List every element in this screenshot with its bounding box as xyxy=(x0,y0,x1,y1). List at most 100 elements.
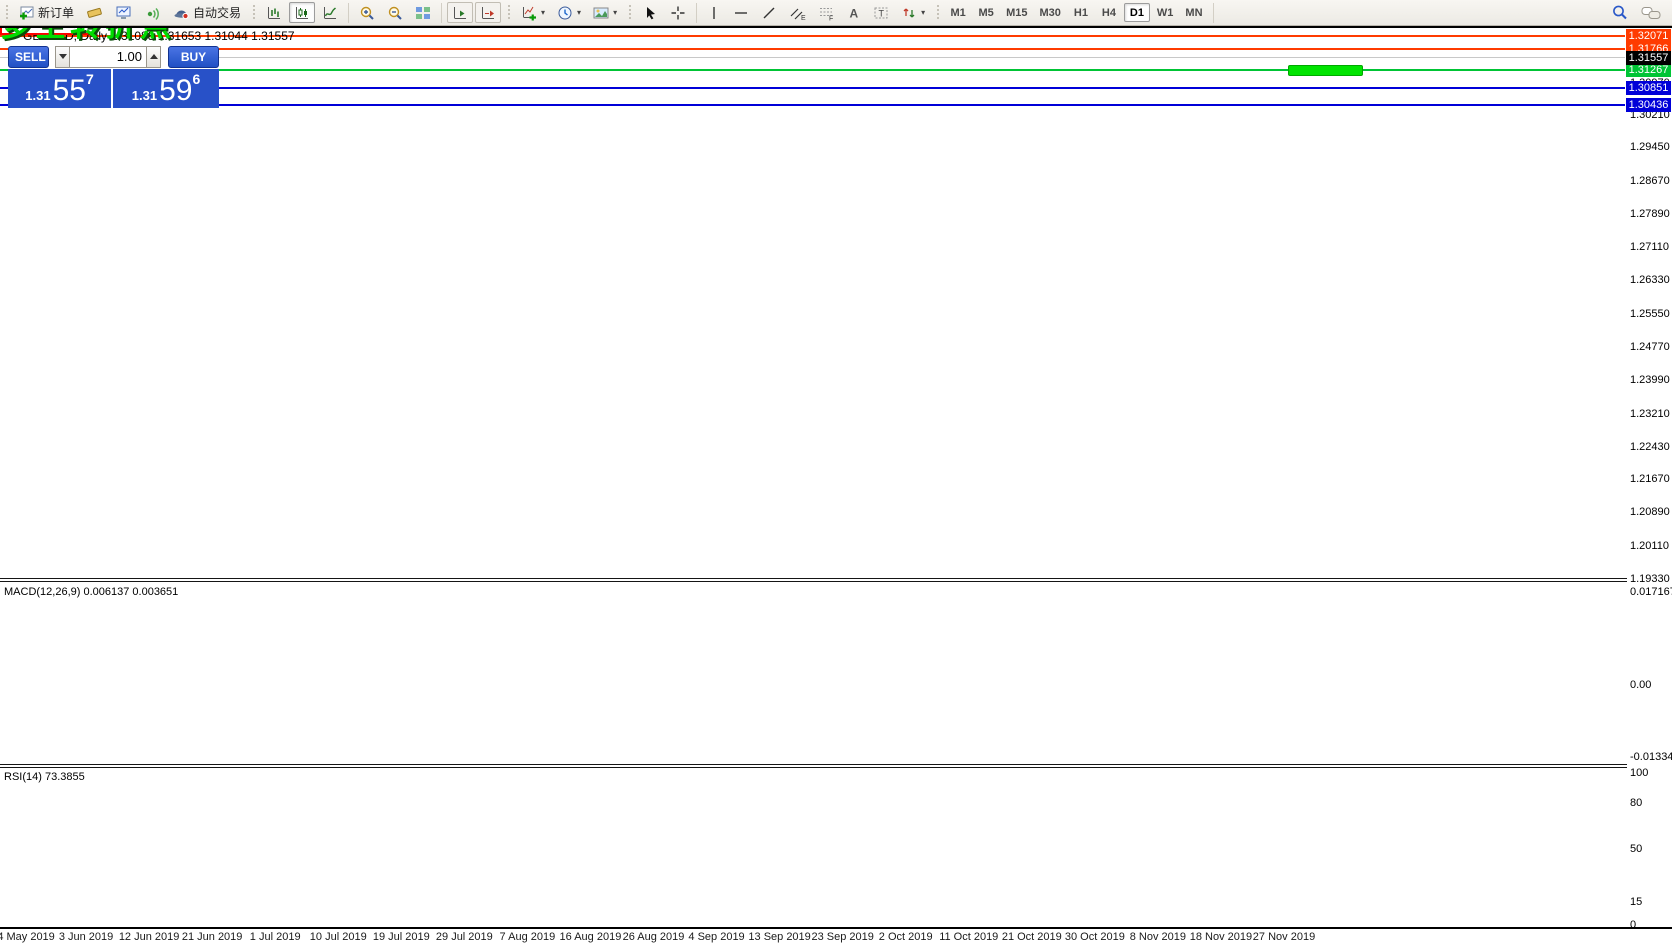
auto-scroll-button[interactable] xyxy=(447,2,473,23)
indicators-button[interactable]: ▾ xyxy=(516,2,550,23)
candlestick-chart-button[interactable] xyxy=(289,2,315,23)
date-axis-label: 16 Aug 2019 xyxy=(560,931,622,943)
bar-chart-icon xyxy=(266,5,282,21)
toolbar-separator xyxy=(696,3,697,23)
sell-button[interactable]: SELL xyxy=(8,46,49,68)
buy-button[interactable]: BUY xyxy=(168,46,219,68)
date-axis-label: 12 Jun 2019 xyxy=(119,931,180,943)
volume-decrease-button[interactable] xyxy=(55,46,70,68)
trade-panel-controls: SELL 1.00 BUY xyxy=(8,45,219,68)
toolbar-grip[interactable] xyxy=(935,4,940,22)
date-axis-label: 27 Nov 2019 xyxy=(1253,931,1315,943)
volume-increase-button[interactable] xyxy=(146,46,161,68)
candlestick-chart-icon xyxy=(294,5,310,21)
line-chart-button[interactable] xyxy=(317,2,343,23)
market-depth-button[interactable] xyxy=(81,2,108,23)
chart-canvas[interactable] xyxy=(0,0,1672,947)
rsi-scale-tick: 50 xyxy=(1630,843,1642,855)
crosshair-button[interactable] xyxy=(665,2,691,23)
chat-bubbles-icon xyxy=(1641,5,1661,21)
line-chart-icon xyxy=(322,5,338,21)
pane-separator-macd[interactable] xyxy=(0,578,1627,582)
text-label-button[interactable]: T xyxy=(868,2,894,23)
toolbar-separator xyxy=(441,3,442,23)
volume-input[interactable]: 1.00 xyxy=(70,46,146,68)
monitor-chart-icon xyxy=(115,5,132,21)
indicators-icon xyxy=(521,5,537,21)
horizontal-line-object-1.31766[interactable] xyxy=(0,48,1625,50)
signals-button[interactable] xyxy=(139,2,166,23)
timeframe-button-H1[interactable]: H1 xyxy=(1068,3,1094,22)
zoom-out-button[interactable] xyxy=(382,2,408,23)
rsi-scale-tick: 15 xyxy=(1630,896,1642,908)
rsi-scale-tick: 0 xyxy=(1630,919,1636,931)
price-scale-tick: 1.28670 xyxy=(1630,175,1670,187)
horizontal-line-button[interactable] xyxy=(728,2,754,23)
pane-separator-rsi[interactable] xyxy=(0,764,1627,768)
toolbar-grip[interactable] xyxy=(4,4,9,22)
price-scale-tick: 1.22430 xyxy=(1630,441,1670,453)
macd-scale-tick: 0.017167 xyxy=(1630,586,1672,598)
chart-shift-button[interactable] xyxy=(475,2,501,23)
toolbar-grip[interactable] xyxy=(627,4,632,22)
search-button[interactable] xyxy=(1606,2,1634,23)
channel-icon: E xyxy=(789,5,806,21)
text-button[interactable]: A xyxy=(842,2,866,23)
price-scale-tick: 1.21670 xyxy=(1630,473,1670,485)
search-icon xyxy=(1611,4,1629,21)
community-chat-button[interactable] xyxy=(1636,2,1666,23)
price-scale-tick: 1.26330 xyxy=(1630,274,1670,286)
horizontal-line-object-1.30851[interactable] xyxy=(0,87,1625,89)
horizontal-line-object-1.31267[interactable] xyxy=(0,69,1625,71)
text-label-icon: T xyxy=(873,5,889,21)
timeframe-button-M30[interactable]: M30 xyxy=(1035,3,1066,22)
toolbar-grip[interactable] xyxy=(506,4,511,22)
tile-windows-button[interactable] xyxy=(410,2,436,23)
cursor-button[interactable] xyxy=(637,2,663,23)
date-axis-label: 3 Jun 2019 xyxy=(59,931,113,943)
date-axis-label: 4 Sep 2019 xyxy=(688,931,744,943)
date-axis-label: 10 Jul 2019 xyxy=(310,931,367,943)
periods-button[interactable]: ▾ xyxy=(552,2,586,23)
axis-price-label-1.31267: 1.31267 xyxy=(1626,63,1671,77)
templates-button[interactable]: ▾ xyxy=(588,2,622,23)
trendline-button[interactable] xyxy=(756,2,782,23)
timeframe-button-M15[interactable]: M15 xyxy=(1001,3,1032,22)
price-scale-tick: 1.23990 xyxy=(1630,374,1670,386)
timeframe-button-H4[interactable]: H4 xyxy=(1096,3,1122,22)
fibonacci-button[interactable]: F xyxy=(813,2,840,23)
terminal-button[interactable] xyxy=(110,2,137,23)
highlight-bar-object[interactable] xyxy=(1288,65,1363,76)
timeframe-button-D1[interactable]: D1 xyxy=(1124,3,1150,22)
zoom-in-button[interactable] xyxy=(354,2,380,23)
toolbar-separator xyxy=(348,3,349,23)
autotrading-button[interactable]: 自动交易 xyxy=(168,2,246,23)
price-scale-tick: 1.27110 xyxy=(1630,241,1669,253)
price-scale-tick: 1.27890 xyxy=(1630,208,1670,220)
price-scale-tick: 1.20890 xyxy=(1630,506,1670,518)
buy-price-display[interactable]: 1.31596 xyxy=(113,69,219,108)
date-axis-label: 21 Oct 2019 xyxy=(1002,931,1062,943)
sell-price-display[interactable]: 1.31557 xyxy=(8,69,111,108)
svg-text:A: A xyxy=(850,6,859,20)
vertical-line-button[interactable] xyxy=(702,2,726,23)
new-order-button[interactable]: 新订单 xyxy=(14,2,79,23)
timeframe-button-M5[interactable]: M5 xyxy=(973,3,999,22)
price-scale-tick: 1.23210 xyxy=(1630,408,1670,420)
timeframe-button-M1[interactable]: M1 xyxy=(945,3,971,22)
mt4-terminal-window: 新订单 自动交易 xyxy=(0,0,1672,947)
zoom-out-icon xyxy=(387,5,403,21)
timeframe-button-MN[interactable]: MN xyxy=(1180,3,1207,22)
timeframe-button-W1[interactable]: W1 xyxy=(1152,3,1179,22)
volume-stepper: 1.00 xyxy=(55,46,161,68)
bar-chart-button[interactable] xyxy=(261,2,287,23)
macd-scale-tick: 0.00 xyxy=(1630,679,1651,691)
equidistant-channel-button[interactable]: E xyxy=(784,2,811,23)
ticket-icon xyxy=(86,5,103,21)
horizontal-line-object-1.30436[interactable] xyxy=(0,104,1625,106)
horizontal-line-icon xyxy=(733,5,749,21)
arrows-button[interactable]: ▾ xyxy=(896,2,930,23)
date-axis-label: 2 Oct 2019 xyxy=(879,931,933,943)
toolbar-grip[interactable] xyxy=(251,4,256,22)
horizontal-line-object-1.31557[interactable] xyxy=(0,57,1625,58)
